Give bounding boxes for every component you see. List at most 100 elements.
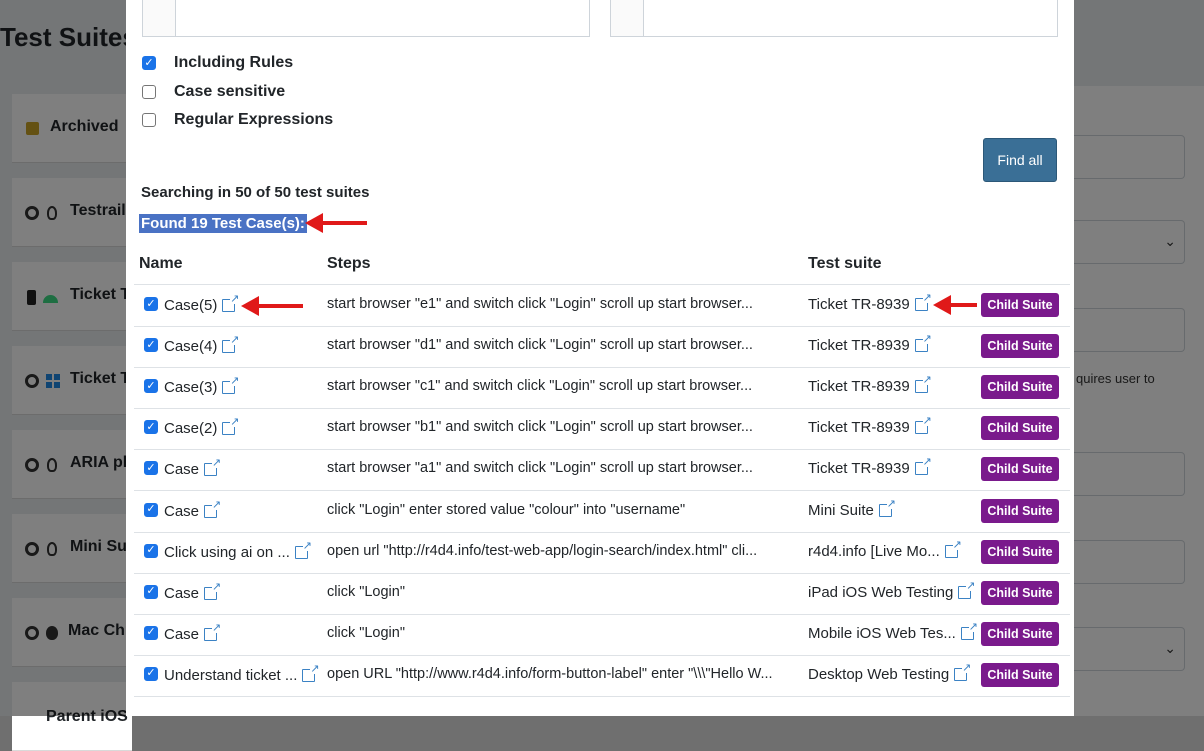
regular-expressions-checkbox[interactable] (142, 113, 156, 127)
option-label: Regular Expressions (174, 111, 334, 128)
case-name: Case (164, 584, 200, 602)
case-steps: click "Login" (327, 583, 405, 600)
row-select-checkbox[interactable]: ✓ (144, 502, 158, 517)
test-suite-link[interactable]: Ticket TR-8939 (808, 292, 932, 313)
external-link-icon[interactable] (914, 456, 932, 476)
external-link-icon[interactable] (914, 415, 932, 435)
child-suite-button[interactable]: Child Suite (981, 580, 1059, 605)
test-suite-name: iPad iOS Web Testing (808, 583, 954, 601)
row-select-checkbox[interactable]: ✓ (144, 338, 158, 353)
test-suite-link[interactable]: Ticket TR-8939 (808, 415, 932, 437)
test-suite-link[interactable]: Ticket TR-8939 (808, 333, 932, 355)
test-suite-name: Ticket TR-8939 (808, 419, 910, 437)
external-link-icon[interactable] (914, 374, 932, 394)
annotation-arrow (241, 296, 303, 316)
external-link-icon[interactable] (958, 579, 976, 599)
row-select-checkbox[interactable]: ✓ (144, 625, 158, 640)
annotation-arrow (305, 213, 367, 233)
row-select-checkbox[interactable]: ✓ (144, 379, 158, 394)
case-name-link[interactable]: Case (164, 457, 222, 478)
test-suite-name: Ticket TR-8939 (808, 337, 910, 355)
find-all-button[interactable]: Find all (983, 138, 1057, 182)
option-including-rules[interactable]: ✓ Including Rules (142, 52, 293, 74)
search-textarea[interactable] (142, 0, 590, 37)
case-name: Case(5) (164, 297, 218, 314)
option-case-sensitive[interactable]: Case sensitive (142, 81, 285, 103)
find-test-cases-modal: ✓ Including Rules Case sensitive Regular… (126, 0, 1074, 716)
test-suite-link[interactable]: iPad iOS Web Testing (808, 579, 976, 601)
case-name-link[interactable]: Case(4) (164, 334, 240, 355)
case-steps: start browser "d1" and switch click "Log… (327, 337, 753, 354)
child-suite-button[interactable]: Child Suite (981, 334, 1059, 359)
row-select-checkbox[interactable]: ✓ (144, 584, 158, 599)
external-link-icon[interactable] (302, 662, 320, 682)
case-name-link[interactable]: Case(5) (164, 293, 240, 314)
external-link-icon[interactable] (222, 293, 240, 312)
external-link-icon[interactable] (878, 497, 896, 517)
case-name-link[interactable]: Understand ticket ... (164, 662, 320, 684)
test-suite-link[interactable]: Desktop Web Testing (808, 661, 972, 683)
option-regular-expressions[interactable]: Regular Expressions (142, 109, 333, 131)
external-link-icon[interactable] (960, 620, 978, 640)
test-suite-name: Ticket TR-8939 (808, 460, 910, 478)
external-link-icon[interactable] (294, 539, 312, 559)
child-suite-button[interactable]: Child Suite (981, 662, 1059, 687)
test-suite-link[interactable]: Mobile iOS Web Tes... (808, 620, 978, 642)
external-link-icon[interactable] (204, 621, 222, 641)
column-header-name: Name (139, 255, 183, 272)
case-sensitive-checkbox[interactable] (142, 85, 156, 99)
option-label: Case sensitive (174, 83, 286, 100)
external-link-icon[interactable] (944, 538, 962, 558)
external-link-icon[interactable] (222, 375, 240, 395)
row-select-checkbox[interactable]: ✓ (144, 543, 158, 558)
external-link-icon[interactable] (954, 661, 972, 681)
table-row: ✓ Case start browser "a1" and switch click… (134, 449, 1070, 492)
case-name-link[interactable]: Case(2) (164, 416, 240, 437)
case-steps: click "Login" (327, 624, 405, 641)
case-name-link[interactable]: Click using ai on ... (164, 539, 312, 561)
test-suite-link[interactable]: Mini Suite (808, 497, 896, 519)
replace-textarea[interactable] (610, 0, 1058, 37)
table-row: ✓ Click using ai on ... open url "http://r… (134, 532, 1070, 574)
test-suite-link[interactable]: r4d4.info [Live Mo... (808, 538, 962, 560)
external-link-icon[interactable] (204, 457, 222, 477)
test-suite-name: r4d4.info [Live Mo... (808, 542, 940, 560)
table-row: ✓ Case(4) start browser "d1" and switch cl… (134, 326, 1070, 369)
case-name-link[interactable]: Case(3) (164, 375, 240, 397)
including-rules-checkbox[interactable]: ✓ (142, 56, 156, 70)
row-select-checkbox[interactable]: ✓ (144, 461, 158, 476)
case-steps: start browser "b1" and switch click "Log… (327, 419, 753, 436)
external-link-icon[interactable] (204, 498, 222, 518)
external-link-icon[interactable] (914, 292, 932, 311)
test-suite-link[interactable]: Ticket TR-8939 (808, 374, 932, 396)
case-name: Case(3) (164, 379, 218, 397)
child-suite-button[interactable]: Child Suite (981, 539, 1059, 564)
child-suite-button[interactable]: Child Suite (981, 621, 1059, 646)
case-steps: click "Login" enter stored value "colour… (327, 501, 686, 518)
table-row: ✓ Understand ticket ... open URL "http://w… (134, 655, 1070, 697)
row-select-checkbox[interactable]: ✓ (144, 297, 158, 311)
line-gutter (143, 0, 176, 36)
test-suite-name: Mini Suite (808, 501, 874, 519)
case-name-link[interactable]: Case (164, 580, 222, 602)
external-link-icon[interactable] (222, 334, 240, 354)
case-steps: open URL "http://www.r4d4.info/form-butt… (327, 665, 773, 682)
table-row: ✓ Case click "Login" Mobile iOS Web Tes... C… (134, 614, 1070, 656)
child-suite-button[interactable]: Child Suite (981, 293, 1059, 317)
case-name-link[interactable]: Case (164, 498, 222, 520)
case-name: Click using ai on ... (164, 543, 290, 561)
table-row: ✓ Case click "Login" iPad iOS Web Testing Ch… (134, 573, 1070, 615)
child-suite-button[interactable]: Child Suite (981, 416, 1059, 441)
external-link-icon[interactable] (204, 580, 222, 600)
external-link-icon[interactable] (914, 333, 932, 353)
child-suite-button[interactable]: Child Suite (981, 375, 1059, 400)
found-count: Found 19 Test Case(s): (139, 214, 307, 233)
external-link-icon[interactable] (222, 416, 240, 436)
child-suite-button[interactable]: Child Suite (981, 457, 1059, 482)
test-suite-link[interactable]: Ticket TR-8939 (808, 456, 932, 478)
row-select-checkbox[interactable]: ✓ (144, 666, 158, 681)
case-name-link[interactable]: Case (164, 621, 222, 643)
test-suite-name: Ticket TR-8939 (808, 378, 910, 396)
child-suite-button[interactable]: Child Suite (981, 498, 1059, 523)
row-select-checkbox[interactable]: ✓ (144, 420, 158, 435)
